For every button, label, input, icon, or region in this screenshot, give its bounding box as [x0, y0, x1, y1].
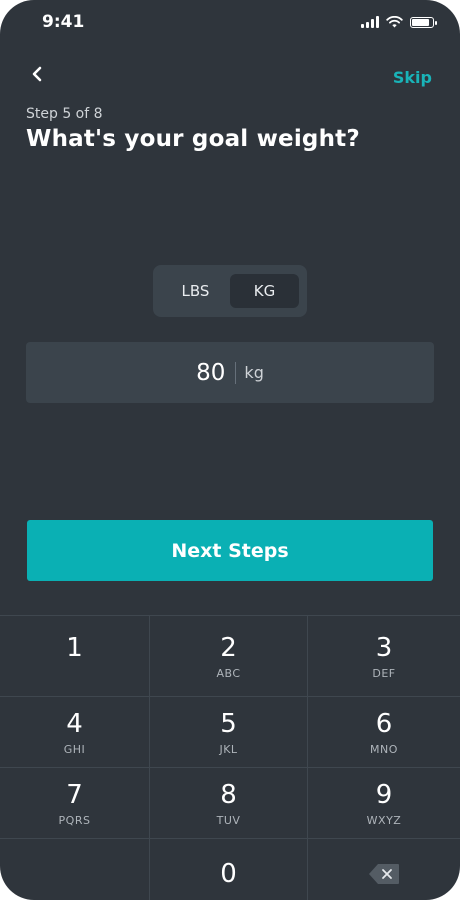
- backspace-icon: [369, 864, 399, 884]
- weight-input[interactable]: 80 kg: [26, 342, 434, 403]
- key-letters: TUV: [216, 813, 241, 827]
- key-2[interactable]: 2 ABC: [150, 616, 308, 696]
- key-digit: 8: [220, 779, 237, 810]
- weight-unit: kg: [244, 363, 264, 382]
- delete-key[interactable]: [308, 839, 460, 900]
- unit-option-lbs[interactable]: LBS: [161, 274, 230, 308]
- key-8[interactable]: 8 TUV: [150, 768, 308, 838]
- skip-button[interactable]: Skip: [393, 68, 432, 87]
- unit-toggle: LBS KG: [153, 265, 307, 317]
- next-steps-button[interactable]: Next Steps: [27, 520, 433, 581]
- key-3[interactable]: 3 DEF: [308, 616, 460, 696]
- status-bar: 9:41: [0, 10, 460, 36]
- keypad-row: 0: [0, 839, 460, 900]
- key-letters: WXYZ: [366, 813, 402, 827]
- unit-option-kg[interactable]: KG: [230, 274, 299, 308]
- key-digit: 9: [375, 779, 393, 810]
- key-digit: 4: [66, 708, 83, 739]
- key-digit: 5: [220, 708, 237, 739]
- key-letters: GHI: [63, 742, 86, 756]
- status-icons: [361, 16, 437, 28]
- key-1[interactable]: 1: [0, 616, 150, 696]
- key-letters: PQRS: [58, 813, 91, 827]
- numeric-keypad: 1 2 ABC 3 DEF 4 GHI 5 JKL 6 MNO 7 PQRS 8…: [0, 615, 460, 900]
- key-letters: DEF: [372, 666, 396, 680]
- key-digit: 7: [66, 779, 83, 810]
- status-time: 9:41: [42, 12, 85, 32]
- battery-icon: [410, 17, 437, 28]
- key-letters: ABC: [216, 666, 241, 680]
- keypad-row: 7 PQRS 8 TUV 9 WXYZ: [0, 768, 460, 839]
- step-indicator: Step 5 of 8: [26, 106, 103, 122]
- key-4[interactable]: 4 GHI: [0, 697, 150, 767]
- key-5[interactable]: 5 JKL: [150, 697, 308, 767]
- chevron-left-icon[interactable]: [26, 62, 50, 86]
- keypad-row: 4 GHI 5 JKL 6 MNO: [0, 697, 460, 768]
- keypad-row: 1 2 ABC 3 DEF: [0, 616, 460, 697]
- key-empty: [0, 839, 150, 900]
- weight-value: 80: [196, 359, 226, 386]
- key-9[interactable]: 9 WXYZ: [308, 768, 460, 838]
- wifi-icon: [386, 16, 403, 28]
- key-digit: 2: [220, 632, 237, 663]
- key-digit: 3: [375, 632, 393, 663]
- key-digit: 1: [66, 632, 83, 663]
- key-digit: 0: [220, 859, 237, 889]
- key-7[interactable]: 7 PQRS: [0, 768, 150, 838]
- key-letters: JKL: [219, 742, 238, 756]
- phone-screen: 9:41 Skip Step 5 of 8 What's your goal w…: [0, 0, 460, 900]
- key-6[interactable]: 6 MNO: [308, 697, 460, 767]
- page-title: What's your goal weight?: [26, 126, 360, 152]
- key-0[interactable]: 0: [150, 839, 308, 900]
- input-cursor-divider: [235, 361, 237, 384]
- cellular-signal-icon: [361, 16, 379, 28]
- key-letters: MNO: [370, 742, 398, 756]
- key-digit: 6: [375, 708, 393, 739]
